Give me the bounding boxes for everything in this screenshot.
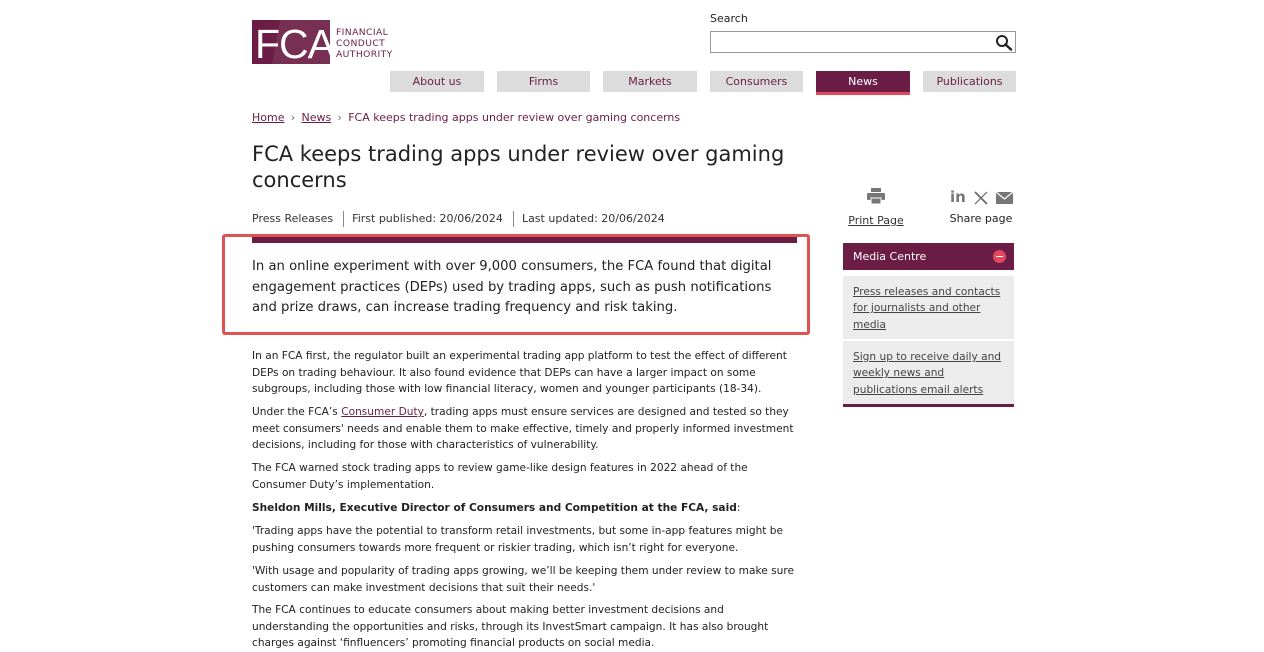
breadcrumb: Home › News › FCA keeps trading apps und… — [252, 111, 680, 124]
search-icon[interactable] — [995, 34, 1013, 51]
media-centre-header[interactable]: Media Centre — [843, 243, 1014, 270]
fca-logo[interactable]: FCA FINANCIAL CONDUCT AUTHORITY — [252, 20, 402, 66]
breadcrumb-home[interactable]: Home — [252, 111, 284, 124]
search-input[interactable] — [713, 33, 987, 53]
chevron-right-icon: › — [290, 111, 296, 124]
last-updated: Last updated: 20/06/2024 — [521, 212, 665, 225]
sidebar-link-label[interactable]: Sign up to receive daily and weekly news… — [853, 351, 1001, 396]
highlight-box — [222, 234, 810, 335]
nav-markets[interactable]: Markets — [603, 71, 697, 92]
nav-about-us[interactable]: About us — [390, 71, 484, 92]
breadcrumb-current: FCA keeps trading apps under review over… — [348, 111, 681, 124]
print-page-link[interactable]: Print Page — [848, 214, 904, 227]
sidebar-bottom-border — [843, 404, 1014, 407]
linkedin-icon[interactable]: in — [950, 188, 966, 206]
article-paragraph: The FCA warned stock trading apps to rev… — [252, 462, 748, 491]
first-published: First published: 20/06/2024 — [352, 212, 503, 225]
nav-publications[interactable]: Publications — [923, 71, 1016, 92]
sidebar-link-sign-up[interactable]: Sign up to receive daily and weekly news… — [843, 341, 1014, 404]
nav-firms[interactable]: Firms — [497, 71, 590, 92]
share-page-label: Share page — [949, 212, 1013, 225]
print-page[interactable]: Print Page — [848, 188, 904, 227]
quote-paragraph: 'With usage and popularity of trading ap… — [252, 565, 795, 594]
email-icon[interactable] — [996, 192, 1013, 204]
nav-news[interactable]: News — [816, 71, 910, 95]
page-title: FCA keeps trading apps under review over… — [252, 142, 785, 192]
printer-icon — [867, 188, 885, 205]
fca-logo-mark: FCA — [252, 20, 330, 64]
quote-paragraph: 'Trading apps have the potential to tran… — [252, 525, 784, 554]
article-paragraph: The FCA continues to educate consumers a… — [252, 604, 769, 649]
search-box — [710, 31, 1016, 53]
media-centre-title: Media Centre — [853, 250, 927, 263]
minus-icon[interactable] — [993, 250, 1006, 263]
breadcrumb-news[interactable]: News — [301, 111, 331, 124]
article-category: Press Releases — [252, 212, 334, 225]
svg-text:FCA: FCA — [255, 21, 330, 64]
meta-divider — [343, 211, 345, 227]
chevron-right-icon: › — [337, 111, 342, 124]
article-paragraph: Under the FCA’s Consumer Duty, trading a… — [252, 406, 794, 451]
article-paragraph: In an FCA first, the regulator built an … — [252, 350, 787, 395]
article-meta: Press Releases First published: 20/06/202… — [252, 211, 665, 227]
fca-logo-text: FINANCIAL CONDUCT AUTHORITY — [336, 27, 393, 60]
quote-attribution: Sheldon Mills, Executive Director of Con… — [252, 502, 741, 514]
nav-consumers[interactable]: Consumers — [710, 71, 803, 92]
search-label: Search — [710, 12, 748, 25]
meta-divider — [512, 211, 514, 227]
consumer-duty-link[interactable]: Consumer Duty — [341, 406, 424, 418]
share-page: in Share page — [948, 188, 1014, 225]
x-icon[interactable] — [974, 191, 988, 205]
sidebar-link-label[interactable]: Press releases and contacts for journali… — [853, 286, 1000, 331]
sidebar-link-press-releases[interactable]: Press releases and contacts for journali… — [843, 276, 1014, 339]
